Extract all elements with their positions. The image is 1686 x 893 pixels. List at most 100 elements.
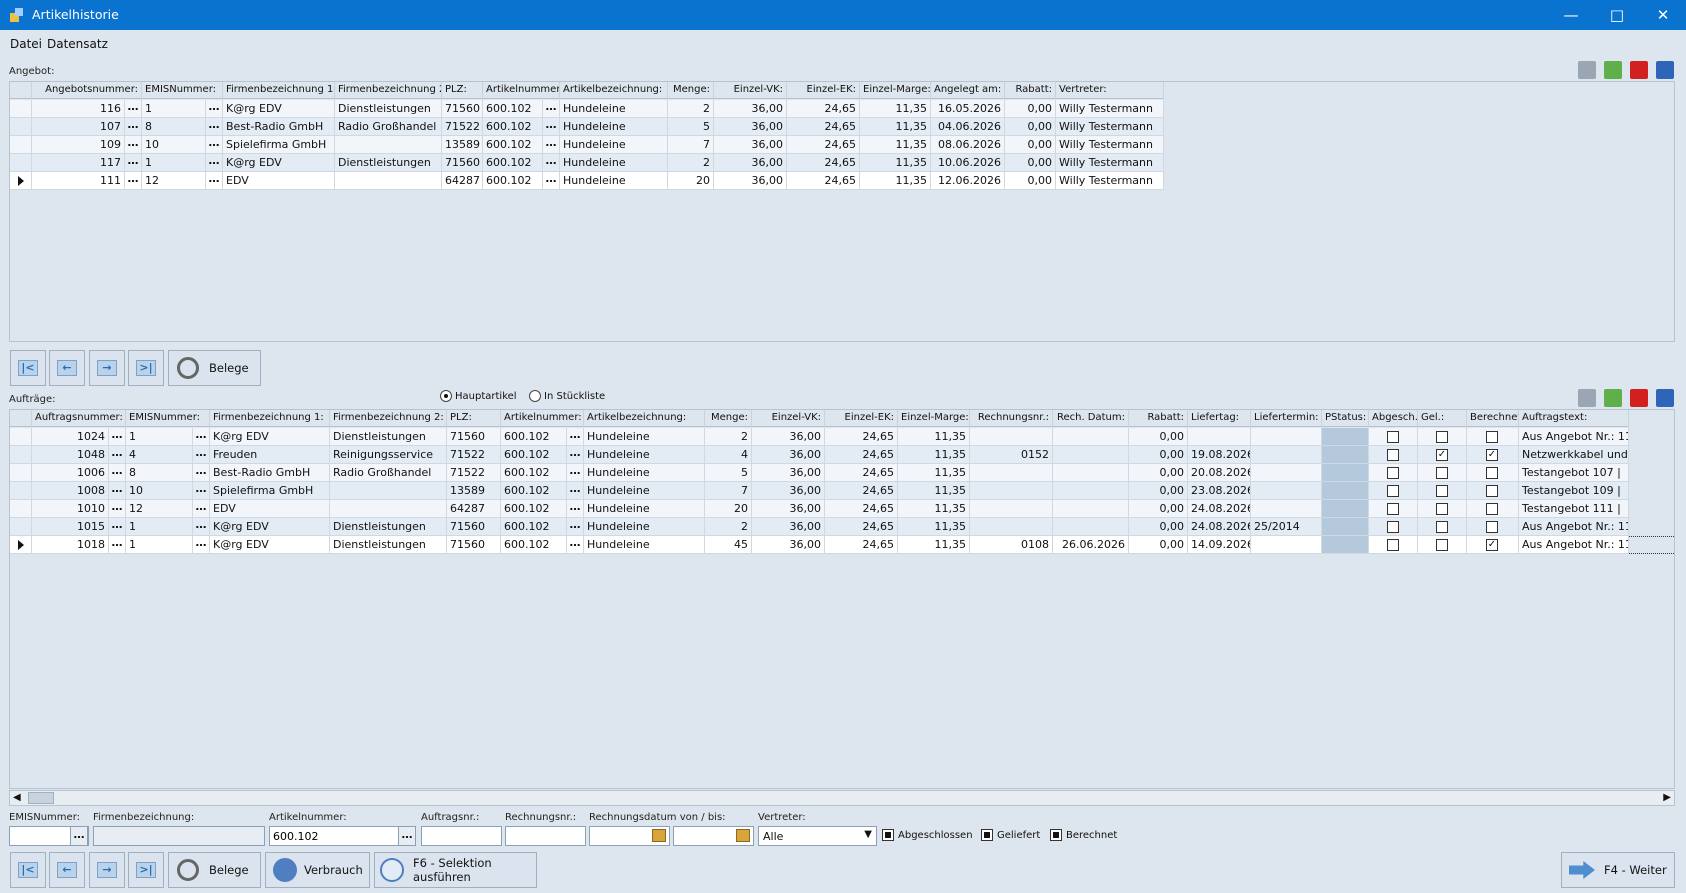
header-10[interactable]: Einzel-Marge: bbox=[898, 410, 970, 427]
prev-record-button[interactable]: ← bbox=[49, 852, 85, 888]
row-indicator[interactable] bbox=[10, 136, 32, 154]
ellipsis-button[interactable]: … bbox=[543, 100, 560, 118]
belege-button-top[interactable]: Belege bbox=[168, 350, 261, 386]
header-0[interactable]: Auftragsnummer: bbox=[32, 410, 126, 427]
artikel-lookup-button[interactable]: … bbox=[398, 826, 416, 846]
first-record-button[interactable]: |< bbox=[10, 852, 46, 888]
ellipsis-button[interactable]: … bbox=[543, 118, 560, 136]
row-indicator[interactable] bbox=[10, 118, 32, 136]
header-7[interactable]: Menge: bbox=[668, 82, 714, 99]
header-4[interactable]: PLZ: bbox=[447, 410, 501, 427]
table-row[interactable]: 109… 10… Spielefirma GmbH 13589 600.102… Hund… bbox=[10, 136, 1172, 154]
save-icon[interactable] bbox=[1656, 61, 1674, 79]
table-row[interactable]: 1048… 4… Freuden Reinigungsservice 71522 600.… bbox=[10, 446, 1674, 464]
checkbox-ber[interactable] bbox=[1486, 431, 1498, 443]
header-20[interactable]: Auftragstext: bbox=[1519, 410, 1629, 427]
ellipsis-button[interactable]: … bbox=[206, 100, 223, 118]
checkbox-gel[interactable] bbox=[1436, 431, 1448, 443]
ellipsis-button[interactable]: … bbox=[125, 136, 142, 154]
checkbox-ber[interactable]: ✓ bbox=[1486, 539, 1498, 551]
verbrauch-button[interactable]: Verbrauch bbox=[265, 852, 370, 888]
next-record-button[interactable]: → bbox=[89, 350, 125, 386]
prev-record-button[interactable]: ← bbox=[49, 350, 85, 386]
table-row[interactable]: 107… 8… Best-Radio GmbH Radio Großhandel 715… bbox=[10, 118, 1172, 136]
chk-geliefert[interactable]: Geliefert bbox=[981, 829, 1040, 841]
table-row[interactable]: 1024… 1… K@rg EDV Dienstleistungen 71560 600.… bbox=[10, 428, 1674, 446]
maximize-button[interactable]: □ bbox=[1594, 0, 1640, 30]
export-icon[interactable] bbox=[1604, 389, 1622, 407]
checkbox-abg[interactable] bbox=[1387, 521, 1399, 533]
checkbox-gel[interactable]: ✓ bbox=[1436, 449, 1448, 461]
header-11[interactable]: Rechnungsnr.: bbox=[970, 410, 1053, 427]
calendar-icon[interactable] bbox=[652, 829, 666, 842]
chk-abgeschlossen[interactable]: Abgeschlossen bbox=[882, 829, 973, 841]
checkbox-gel[interactable] bbox=[1436, 467, 1448, 479]
checkbox-gel[interactable] bbox=[1436, 539, 1448, 551]
ellipsis-button[interactable]: … bbox=[567, 464, 584, 482]
checkbox-abg[interactable] bbox=[1387, 503, 1399, 515]
header-15[interactable]: Liefertermin: bbox=[1251, 410, 1322, 427]
ellipsis-button[interactable]: … bbox=[109, 518, 126, 536]
chk-berechnet[interactable]: Berechnet bbox=[1050, 829, 1117, 841]
ellipsis-button[interactable]: … bbox=[109, 428, 126, 446]
scroll-right-icon[interactable]: ▶ bbox=[1663, 792, 1671, 803]
ellipsis-button[interactable]: … bbox=[193, 482, 210, 500]
ellipsis-button[interactable]: … bbox=[567, 500, 584, 518]
header-6[interactable]: Artikelbezeichnung: bbox=[560, 82, 668, 99]
last-record-button[interactable]: >| bbox=[128, 350, 164, 386]
header-10[interactable]: Einzel-Marge: bbox=[860, 82, 931, 99]
header-8[interactable]: Einzel-VK: bbox=[714, 82, 787, 99]
minimize-button[interactable]: — bbox=[1548, 0, 1594, 30]
header-3[interactable]: Firmenbezeichnung 2: bbox=[335, 82, 442, 99]
row-indicator[interactable] bbox=[10, 536, 32, 554]
header-2[interactable]: Firmenbezeichnung 1: bbox=[210, 410, 330, 427]
print-icon[interactable] bbox=[1578, 61, 1596, 79]
checkbox-abg[interactable] bbox=[1387, 467, 1399, 479]
ellipsis-button[interactable]: … bbox=[193, 500, 210, 518]
next-record-button[interactable]: → bbox=[89, 852, 125, 888]
selektion-button[interactable]: F6 - Selektion ausführen bbox=[374, 852, 537, 888]
checkbox-gel[interactable] bbox=[1436, 485, 1448, 497]
row-indicator[interactable] bbox=[10, 428, 32, 446]
ellipsis-button[interactable]: … bbox=[567, 518, 584, 536]
row-indicator[interactable] bbox=[10, 482, 32, 500]
ellipsis-button[interactable]: … bbox=[543, 136, 560, 154]
header-1[interactable]: EMISNummer: bbox=[142, 82, 223, 99]
header-9[interactable]: Einzel-EK: bbox=[787, 82, 860, 99]
ellipsis-button[interactable]: … bbox=[543, 172, 560, 190]
header-13[interactable]: Vertreter: bbox=[1056, 82, 1164, 99]
ellipsis-button[interactable]: … bbox=[206, 136, 223, 154]
weiter-button[interactable]: F4 - Weiter bbox=[1561, 852, 1675, 888]
header-5[interactable]: Artikelnummer: bbox=[483, 82, 560, 99]
rechnung-input[interactable] bbox=[505, 826, 586, 846]
checkbox-abg[interactable] bbox=[1387, 485, 1399, 497]
ellipsis-button[interactable]: … bbox=[206, 118, 223, 136]
export-icon[interactable] bbox=[1604, 61, 1622, 79]
ellipsis-button[interactable]: … bbox=[125, 172, 142, 190]
ellipsis-button[interactable]: … bbox=[567, 482, 584, 500]
header-6[interactable]: Artikelbezeichnung: bbox=[584, 410, 705, 427]
last-record-button[interactable]: >| bbox=[128, 852, 164, 888]
ellipsis-button[interactable]: … bbox=[125, 100, 142, 118]
header-17[interactable]: Abgesch.: bbox=[1369, 410, 1418, 427]
header-18[interactable]: Gel.: bbox=[1418, 410, 1467, 427]
scroll-thumb[interactable] bbox=[28, 792, 54, 804]
print-icon[interactable] bbox=[1578, 389, 1596, 407]
save-icon[interactable] bbox=[1656, 389, 1674, 407]
menu-datei[interactable]: Datei bbox=[10, 37, 42, 51]
belege-button[interactable]: Belege bbox=[168, 852, 261, 888]
ellipsis-button[interactable]: … bbox=[109, 464, 126, 482]
row-indicator[interactable] bbox=[10, 518, 32, 536]
ellipsis-button[interactable]: … bbox=[567, 428, 584, 446]
ellipsis-button[interactable]: … bbox=[193, 518, 210, 536]
menu-datensatz[interactable]: Datensatz bbox=[47, 37, 108, 51]
ellipsis-button[interactable]: … bbox=[109, 482, 126, 500]
checkbox-gel[interactable] bbox=[1436, 503, 1448, 515]
header-12[interactable]: Rabatt: bbox=[1005, 82, 1056, 99]
artikel-input[interactable] bbox=[269, 826, 416, 846]
ellipsis-button[interactable]: … bbox=[206, 172, 223, 190]
table-row[interactable]: 111… 12… EDV 64287 600.102… Hundeleine 20 36,00… bbox=[10, 172, 1172, 190]
ellipsis-button[interactable]: … bbox=[109, 500, 126, 518]
checkbox-ber[interactable] bbox=[1486, 485, 1498, 497]
row-indicator[interactable] bbox=[10, 446, 32, 464]
